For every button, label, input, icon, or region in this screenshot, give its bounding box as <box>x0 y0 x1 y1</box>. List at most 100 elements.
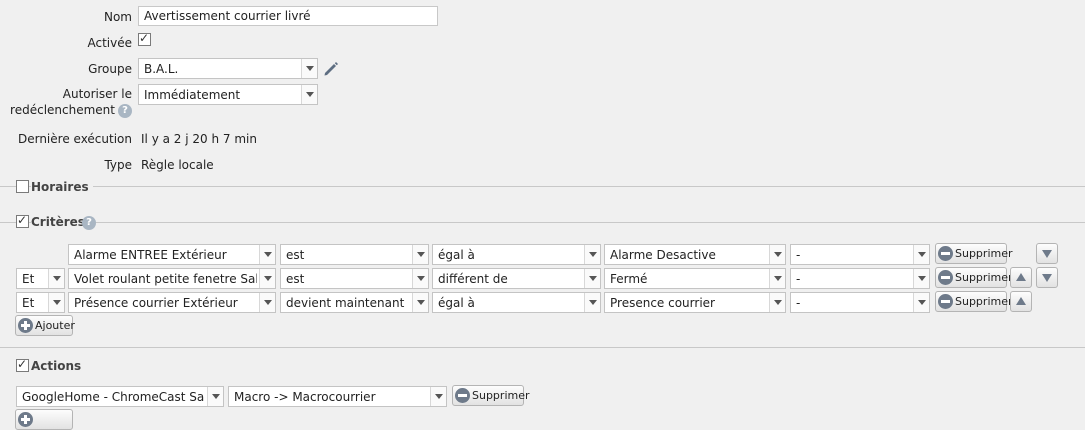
chevron-down-icon <box>48 269 64 288</box>
ajouter-button[interactable]: Ajouter <box>15 315 75 336</box>
criteria-operator-select[interactable]: égal à <box>432 292 601 313</box>
groupe-select[interactable]: B.A.L. <box>138 58 318 79</box>
derniere-label: Dernière exécution <box>17 132 132 146</box>
criteria-extra-value: - <box>796 248 801 262</box>
move-up-button[interactable] <box>1010 267 1032 288</box>
chevron-down-icon <box>769 269 785 288</box>
chevron-down-icon <box>48 293 64 312</box>
chevron-down-icon <box>584 245 600 264</box>
supprimer-button[interactable]: Supprimer <box>935 291 1013 312</box>
help-icon[interactable]: ? <box>118 104 132 118</box>
autoriser-label-line1: Autoriser le <box>62 87 132 101</box>
chevron-down-icon <box>412 293 428 312</box>
criteria-conjunction-select[interactable]: Et <box>16 268 65 289</box>
activee-checkbox[interactable] <box>138 31 151 46</box>
criteria-value-value: Alarme Desactive <box>610 248 716 262</box>
criteres-checkbox[interactable] <box>16 213 29 228</box>
supprimer-button[interactable]: Supprimer <box>452 385 530 406</box>
chevron-down-icon <box>412 269 428 288</box>
criteria-device-select[interactable]: Volet roulant petite fenetre Salon <box>68 268 276 289</box>
nom-input[interactable]: Avertissement courrier livré <box>138 6 438 26</box>
ajouter-button[interactable] <box>15 409 73 430</box>
activee-label: Activée <box>87 36 132 50</box>
criteria-extra-select[interactable]: - <box>790 268 930 289</box>
supprimer-button-label: Supprimer <box>955 295 1013 308</box>
chevron-down-icon <box>430 387 446 406</box>
actions-divider <box>0 347 1085 348</box>
criteria-operator-select[interactable]: différent de <box>432 268 601 289</box>
groupe-select-value: B.A.L. <box>144 62 179 76</box>
criteria-verb-value: est <box>286 248 305 262</box>
criteria-device-value: Volet roulant petite fenetre Salon <box>74 272 257 286</box>
criteria-device-select[interactable]: Présence courrier Extérieur <box>68 292 276 313</box>
criteria-value-select[interactable]: Alarme Desactive <box>604 244 786 265</box>
pencil-icon[interactable] <box>322 60 340 78</box>
minus-icon <box>938 246 953 261</box>
action-command-select[interactable]: Macro -> Macrocourrier <box>228 386 447 407</box>
supprimer-button-label: Supprimer <box>955 247 1013 260</box>
criteria-extra-value: - <box>796 296 801 310</box>
chevron-down-icon <box>301 85 317 104</box>
criteres-title: Critères <box>31 215 89 229</box>
groupe-label: Groupe <box>88 62 132 76</box>
supprimer-button-label: Supprimer <box>955 271 1013 284</box>
criteria-operator-value: égal à <box>438 296 475 310</box>
chevron-down-icon <box>412 245 428 264</box>
actions-checkbox[interactable] <box>16 357 29 372</box>
help-icon[interactable]: ? <box>82 216 96 230</box>
plus-icon <box>18 318 33 333</box>
criteria-device-select[interactable]: Alarme ENTREE Extérieur <box>68 244 276 265</box>
supprimer-button[interactable]: Supprimer <box>935 267 1013 288</box>
autoriser-select[interactable]: Immédiatement <box>138 84 318 105</box>
nom-label: Nom <box>103 10 132 24</box>
criteria-value-value: Presence courrier <box>610 296 715 310</box>
move-up-button[interactable] <box>1010 291 1032 312</box>
ajouter-button-label: Ajouter <box>35 319 75 332</box>
derniere-value: Il y a 2 j 20 h 7 min <box>141 132 257 146</box>
action-target-select[interactable]: GoogleHome - ChromeCast Salle à <box>16 386 224 407</box>
autoriser-label-line2: redéclenchement <box>10 103 115 117</box>
chevron-down-icon <box>584 269 600 288</box>
criteria-value-select[interactable]: Presence courrier <box>604 292 786 313</box>
horaires-title: Horaires <box>31 180 93 194</box>
criteria-extra-select[interactable]: - <box>790 292 930 313</box>
autoriser-select-value: Immédiatement <box>144 88 241 102</box>
criteria-verb-select[interactable]: est <box>280 268 429 289</box>
criteria-extra-select[interactable]: - <box>790 244 930 265</box>
minus-icon <box>938 294 953 309</box>
supprimer-button-label: Supprimer <box>472 389 530 402</box>
chevron-down-icon <box>207 387 223 406</box>
type-label: Type <box>104 158 132 172</box>
criteria-operator-select[interactable]: égal à <box>432 244 601 265</box>
action-target-value: GoogleHome - ChromeCast Salle à <box>22 390 205 404</box>
chevron-down-icon <box>769 293 785 312</box>
move-down-button[interactable] <box>1036 267 1058 288</box>
action-command-value: Macro -> Macrocourrier <box>234 390 376 404</box>
criteria-conjunction-value: Et <box>22 296 35 310</box>
chevron-down-icon <box>769 245 785 264</box>
criteria-value-select[interactable]: Fermé <box>604 268 786 289</box>
chevron-down-icon <box>259 245 275 264</box>
criteria-verb-select[interactable]: devient maintenant <box>280 292 429 313</box>
chevron-down-icon <box>301 59 317 78</box>
criteria-verb-select[interactable]: est <box>280 244 429 265</box>
criteria-device-value: Présence courrier Extérieur <box>74 296 238 310</box>
chevron-down-icon <box>259 269 275 288</box>
chevron-down-icon <box>259 293 275 312</box>
chevron-down-icon <box>913 245 929 264</box>
minus-icon <box>938 270 953 285</box>
criteria-conjunction-select[interactable]: Et <box>16 292 65 313</box>
criteria-extra-value: - <box>796 272 801 286</box>
criteria-verb-value: est <box>286 272 305 286</box>
horaires-divider <box>0 186 1085 187</box>
horaires-checkbox[interactable] <box>16 180 29 193</box>
criteria-conjunction-value: Et <box>22 272 35 286</box>
actions-title: Actions <box>31 359 86 373</box>
criteria-operator-value: différent de <box>438 272 508 286</box>
supprimer-button[interactable]: Supprimer <box>935 243 1013 264</box>
move-down-button[interactable] <box>1036 243 1058 264</box>
chevron-down-icon <box>584 293 600 312</box>
minus-icon <box>455 388 470 403</box>
criteria-operator-value: égal à <box>438 248 475 262</box>
type-value: Règle locale <box>141 158 214 172</box>
